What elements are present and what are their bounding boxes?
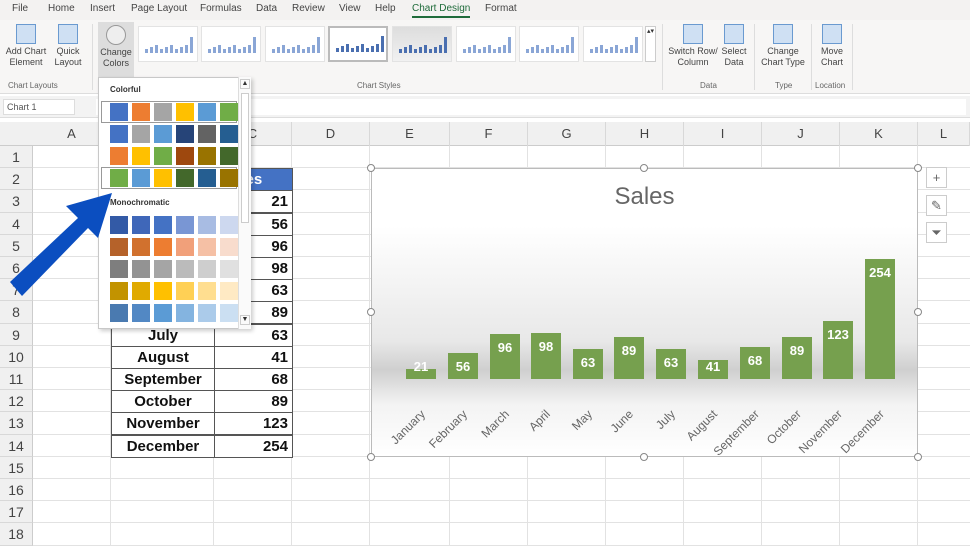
pointer-arrow bbox=[10, 193, 112, 296]
arrow-icon bbox=[10, 193, 112, 296]
